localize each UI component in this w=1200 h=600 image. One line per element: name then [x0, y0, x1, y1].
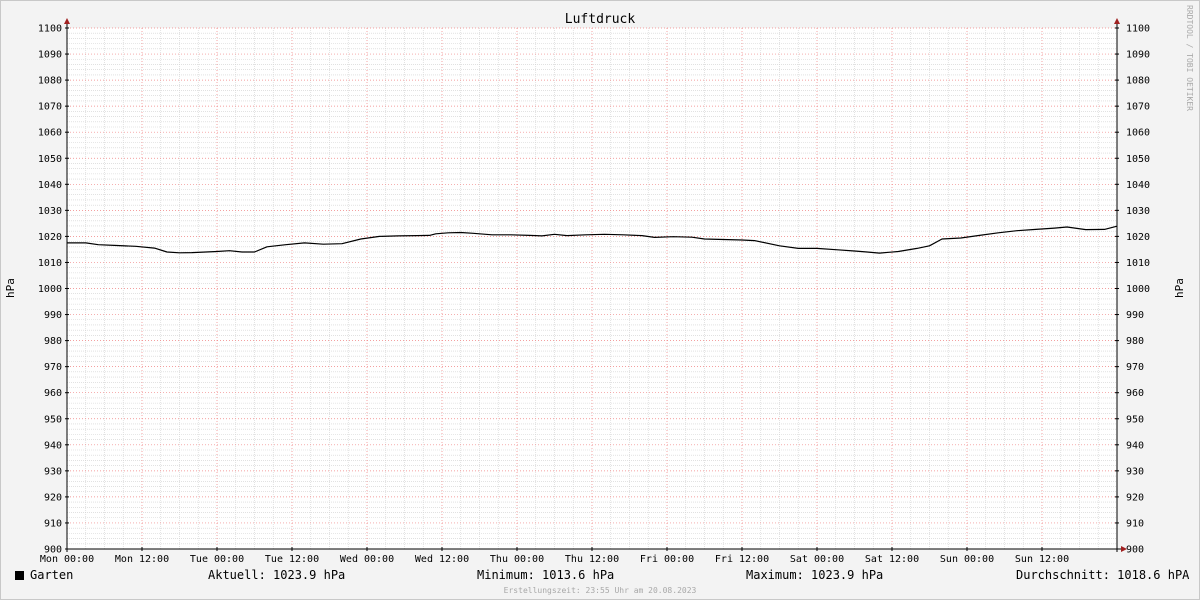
y-tick-label-left: 930 [44, 466, 62, 477]
y-tick-label-left: 970 [44, 362, 62, 373]
legend-current: Aktuell: 1023.9 hPa [208, 568, 346, 582]
y-tick-label-left: 920 [44, 492, 62, 503]
y-axis-label-left: hPa [4, 278, 17, 298]
y-tick-label-right: 1090 [1126, 50, 1150, 61]
y-tick-label-right: 970 [1126, 362, 1144, 373]
y-tick-label-right: 990 [1126, 310, 1144, 321]
y-tick-label-left: 980 [44, 336, 62, 347]
x-tick-label: Mon 00:00 [40, 554, 94, 565]
chart-title: Luftdruck [565, 12, 636, 27]
y-tick-label-left: 1000 [38, 284, 62, 295]
y-tick-label-right: 910 [1126, 518, 1144, 529]
y-tick-label-left: 1050 [38, 154, 62, 165]
x-tick-label: Wed 00:00 [340, 554, 394, 565]
y-tick-label-left: 1040 [38, 180, 62, 191]
x-tick-label: Sun 12:00 [1015, 554, 1069, 565]
x-tick-label: Wed 12:00 [415, 554, 469, 565]
pressure-chart: 900 910 920 930 940 950 960 970 980 990 1000 1010 10… [4, 5, 1194, 565]
y-tick-label-right: 1040 [1126, 180, 1150, 191]
y-tick-label-left: 1020 [38, 232, 62, 243]
x-tick-label: Fri 00:00 [640, 554, 694, 565]
y-tick-label-right: 980 [1126, 336, 1144, 347]
y-axis-left-ticks: 9009109209309409509609709809901000101010… [38, 24, 69, 556]
y-tick-label-right: 1060 [1126, 128, 1150, 139]
y-tick-label-left: 1070 [38, 102, 62, 113]
y-axis-right-ticks: 900 910 920 930 940 950 960 970 980 990 1000 1010 10… [1115, 24, 1150, 556]
y-tick-label-left: 1080 [38, 76, 62, 87]
legend-series: Garten [15, 568, 73, 582]
y-tick-label-left: 1090 [38, 50, 62, 61]
legend-average: Durchschnitt: 1018.6 hPA [1016, 568, 1190, 582]
x-tick-label: Mon 12:00 [115, 554, 169, 565]
x-axis-ticks: Mon 00:00 Mon 12:00 Tue 00:00 Tue 12:00 Wed … [40, 547, 1069, 565]
y-tick-label-left: 950 [44, 414, 62, 425]
y-tick-label-right: 900 [1126, 545, 1144, 556]
x-tick-label: Tue 00:00 [190, 554, 244, 565]
y-tick-label-right: 1100 [1126, 24, 1150, 35]
x-tick-label: Thu 12:00 [565, 554, 619, 565]
y-tick-label-left: 990 [44, 310, 62, 321]
x-tick-label: Sat 00:00 [790, 554, 844, 565]
y-tick-label-left: 960 [44, 388, 62, 399]
y-tick-label-right: 1050 [1126, 154, 1150, 165]
legend-maximum: Maximum: 1023.9 hPa [746, 568, 884, 582]
y-tick-label-left: 910 [44, 518, 62, 529]
x-tick-label: Sun 00:00 [940, 554, 994, 565]
x-tick-label: Tue 12:00 [265, 554, 319, 565]
y-tick-label-right: 1020 [1126, 232, 1150, 243]
y-tick-label-left: 1060 [38, 128, 62, 139]
y-tick-label-right: 1010 [1126, 258, 1150, 269]
y-tick-label-right: 940 [1126, 440, 1144, 451]
y-tick-label-left: 940 [44, 440, 62, 451]
y-tick-label-right: 1070 [1126, 102, 1150, 113]
y-axis-right-arrow-icon [1114, 18, 1120, 24]
y-tick-label-left: 1100 [38, 24, 62, 35]
legend-swatch [15, 571, 24, 580]
y-axis-left-arrow-icon [64, 18, 70, 24]
y-axis-label-right: hPa [1173, 278, 1186, 298]
legend-minimum: Minimum: 1013.6 hPa [477, 568, 615, 582]
watermark: RRDTOOL / TOBI OETIKER [1185, 5, 1194, 111]
legend-series-name: Garten [30, 568, 74, 582]
y-tick-label-right: 1030 [1126, 206, 1150, 217]
x-tick-label: Thu 00:00 [490, 554, 544, 565]
x-tick-label: Sat 12:00 [865, 554, 919, 565]
creation-timestamp: Erstellungszeit: 23:55 Uhr am 20.08.2023 [503, 586, 697, 595]
y-tick-label-right: 930 [1126, 466, 1144, 477]
y-tick-label-right: 960 [1126, 388, 1144, 399]
y-tick-label-right: 1080 [1126, 76, 1150, 87]
y-tick-label-right: 920 [1126, 492, 1144, 503]
x-tick-label: Fri 12:00 [715, 554, 769, 565]
y-tick-label-right: 950 [1126, 414, 1144, 425]
y-tick-label-right: 1000 [1126, 284, 1150, 295]
y-tick-label-left: 1010 [38, 258, 62, 269]
y-tick-label-left: 1030 [38, 206, 62, 217]
